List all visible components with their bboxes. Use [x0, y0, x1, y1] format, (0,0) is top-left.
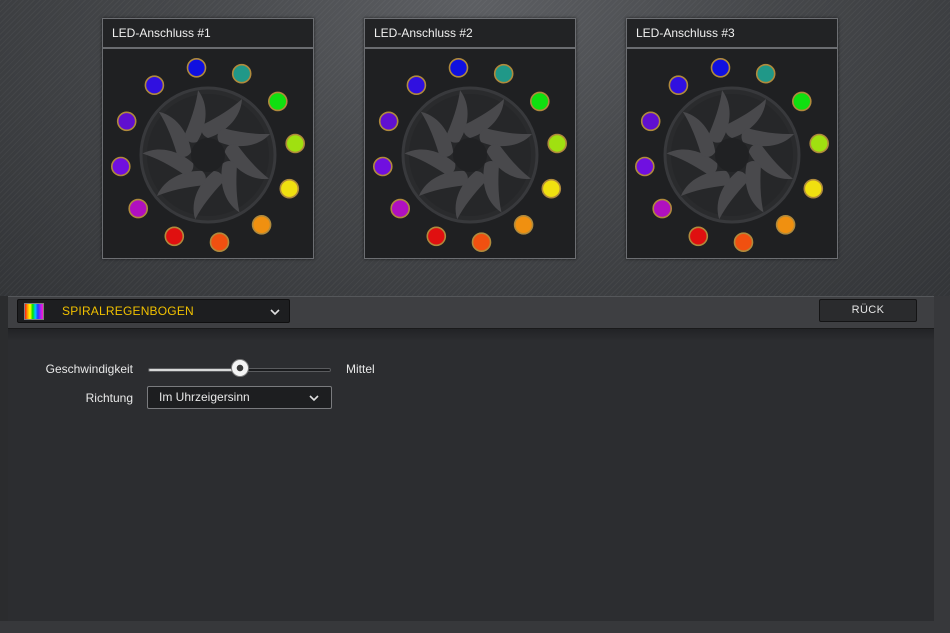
direction-label: Richtung: [85, 391, 133, 405]
settings-panel: Geschwindigkeit Mittel Richtung Im Uhrze…: [8, 329, 934, 621]
led-indicator[interactable]: [164, 226, 185, 247]
speed-slider-fill: [149, 369, 240, 371]
led-indicator[interactable]: [426, 226, 447, 247]
window-edge-right: [934, 296, 950, 633]
led-indicator[interactable]: [251, 215, 272, 235]
fan-preview: [103, 49, 313, 260]
led-indicator[interactable]: [110, 156, 131, 177]
fan-led-diagram: [634, 57, 829, 252]
fan-icon: [139, 86, 277, 224]
led-port-panel-2: LED-Anschluss #2: [364, 18, 576, 259]
led-indicator[interactable]: [493, 63, 514, 84]
led-indicator[interactable]: [128, 198, 149, 219]
fan-icon: [401, 86, 539, 224]
led-indicator[interactable]: [372, 156, 393, 177]
led-indicator[interactable]: [547, 133, 567, 154]
led-indicator[interactable]: [378, 111, 399, 132]
panel-title: LED-Anschluss #1: [103, 19, 313, 49]
led-indicator[interactable]: [231, 63, 252, 84]
led-indicator[interactable]: [116, 111, 137, 132]
fan-preview: [627, 49, 837, 260]
direction-dropdown-value: Im Uhrzeigersinn: [159, 390, 250, 404]
chevron-down-icon: [309, 395, 319, 402]
effect-dropdown[interactable]: SPIRALREGENBOGEN: [17, 299, 290, 323]
led-indicator[interactable]: [733, 232, 754, 252]
led-indicator[interactable]: [652, 198, 673, 219]
led-indicator[interactable]: [285, 133, 305, 154]
led-indicator[interactable]: [268, 91, 288, 112]
led-indicator[interactable]: [640, 111, 661, 132]
led-indicator[interactable]: [209, 232, 230, 252]
led-indicator[interactable]: [144, 75, 165, 96]
led-indicator[interactable]: [406, 75, 427, 96]
led-indicator[interactable]: [688, 226, 709, 247]
rainbow-swatch-icon: [24, 303, 44, 320]
led-indicator[interactable]: [710, 57, 731, 78]
fan-led-diagram: [372, 57, 567, 252]
effect-toolbar: SPIRALREGENBOGEN RÜCK: [8, 296, 934, 329]
back-button[interactable]: RÜCK: [819, 299, 917, 322]
effect-dropdown-label: SPIRALREGENBOGEN: [62, 304, 194, 318]
led-indicator[interactable]: [668, 75, 689, 96]
led-indicator[interactable]: [775, 215, 796, 235]
panel-title: LED-Anschluss #2: [365, 19, 575, 49]
speed-slider-thumb[interactable]: [230, 359, 249, 377]
fan-icon: [663, 86, 801, 224]
led-indicator[interactable]: [390, 198, 411, 219]
led-indicator[interactable]: [279, 178, 300, 199]
led-indicator[interactable]: [186, 57, 207, 78]
speed-value: Mittel: [346, 362, 375, 376]
fan-led-diagram: [110, 57, 305, 252]
led-indicator[interactable]: [809, 133, 829, 154]
direction-dropdown[interactable]: Im Uhrzeigersinn: [147, 386, 332, 409]
led-preview-area: LED-Anschluss #1 LED-Anschluss #2 LED-An…: [0, 0, 950, 296]
led-indicator[interactable]: [792, 91, 812, 112]
led-indicator[interactable]: [755, 63, 776, 84]
led-indicator[interactable]: [471, 232, 492, 252]
fan-preview: [365, 49, 575, 260]
speed-label: Geschwindigkeit: [45, 362, 133, 376]
led-indicator[interactable]: [634, 156, 655, 177]
led-port-panel-1: LED-Anschluss #1: [102, 18, 314, 259]
led-indicator[interactable]: [530, 91, 550, 112]
led-indicator[interactable]: [803, 178, 824, 199]
panel-title: LED-Anschluss #3: [627, 19, 837, 49]
led-port-panel-3: LED-Anschluss #3: [626, 18, 838, 259]
led-indicator[interactable]: [513, 215, 534, 235]
chevron-down-icon: [270, 309, 280, 316]
window-edge-bottom: [0, 621, 950, 633]
led-indicator[interactable]: [448, 57, 469, 78]
led-indicator[interactable]: [541, 178, 562, 199]
